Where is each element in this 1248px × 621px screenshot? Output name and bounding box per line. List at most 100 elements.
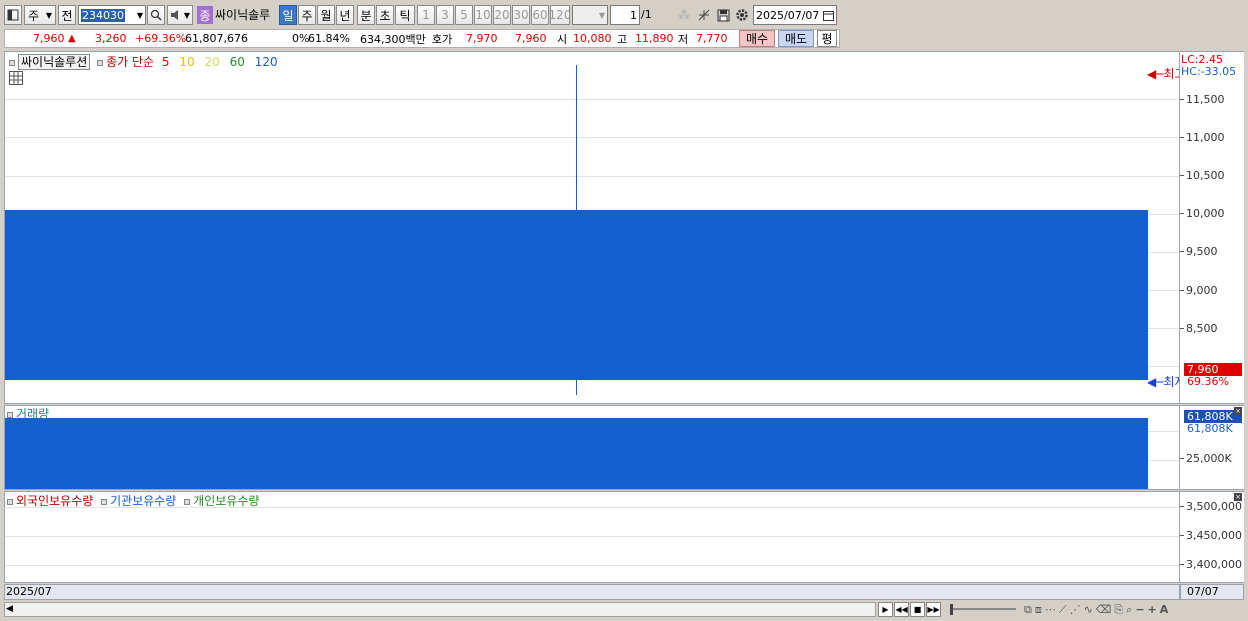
zoom-slider[interactable] <box>950 602 1020 617</box>
period-week-button[interactable]: 주 <box>298 5 316 25</box>
price-axis[interactable]: LC:2.45 HC:-33.05 11,500 11,000 10,500 1… <box>1180 51 1244 404</box>
speaker-icon[interactable]: ▼ <box>167 5 193 25</box>
date-input[interactable]: 2025/07/07 <box>753 5 837 25</box>
erase-icon[interactable]: ⌫ <box>1096 603 1112 616</box>
x-axis-end-label: 07/07 <box>1187 585 1219 598</box>
zoom-in-icon[interactable]: + <box>1148 603 1157 616</box>
minute-1-button[interactable]: 1 <box>417 5 435 25</box>
stock-code-input[interactable]: 234030 ▼ <box>78 5 146 25</box>
scroll-left-icon[interactable]: ◀ <box>6 603 13 616</box>
sell-button[interactable]: 매도 <box>778 30 814 47</box>
count-input[interactable]: 1 <box>610 5 640 25</box>
interval-select[interactable]: ▼ <box>572 5 608 25</box>
high-label: 고 <box>617 32 628 46</box>
price-tick: 9,500 <box>1180 245 1218 258</box>
grid-line <box>5 99 1179 100</box>
minute-5-button[interactable]: 5 <box>455 5 473 25</box>
grid-line <box>5 176 1179 177</box>
individual-holding-label[interactable]: 개인보유수량 <box>193 494 259 508</box>
minute-30-button[interactable]: 30 <box>512 5 530 25</box>
legend-marker <box>101 498 108 505</box>
market-select[interactable]: 주 ▼ <box>24 5 56 25</box>
crosshair-icon[interactable] <box>695 5 713 25</box>
period-label: 주 <box>301 8 313 23</box>
calendar-icon[interactable] <box>823 10 834 21</box>
trendline-icon[interactable]: ⟋ <box>1059 603 1067 617</box>
arrow-left-icon: ◀─ <box>1147 67 1164 81</box>
legend-marker <box>97 59 104 66</box>
overlay-icon[interactable]: ⧉ <box>1024 603 1032 617</box>
chevron-down-icon: ▼ <box>45 10 52 20</box>
stop-icon[interactable]: ■ <box>910 602 925 617</box>
copy-icon[interactable]: ⎘ <box>1114 603 1123 617</box>
minute-3-button[interactable]: 3 <box>436 5 454 25</box>
volume-chart-pane[interactable]: 거래량 <box>4 405 1180 490</box>
minute-label: 3 <box>441 8 449 22</box>
volume-tick: 25,000K <box>1180 452 1232 465</box>
horizontal-scrollbar[interactable]: ◀ <box>4 602 876 617</box>
volume-bar[interactable] <box>5 418 1148 489</box>
hoga-bid: 7,960 <box>515 32 547 45</box>
table-icon[interactable] <box>9 71 23 85</box>
wave-icon[interactable]: ∿ <box>1084 603 1093 616</box>
rewind-icon[interactable]: ◀◀ <box>894 602 909 617</box>
forward-icon[interactable]: ▶▶ <box>926 602 941 617</box>
grid-icon[interactable]: ⋯ <box>1045 603 1056 616</box>
period-second-button[interactable]: 초 <box>376 5 394 25</box>
chevron-down-icon: ▼ <box>183 10 190 20</box>
save-icon[interactable] <box>714 5 732 25</box>
search-icon[interactable] <box>147 5 165 25</box>
fibonacci-icon[interactable]: ⋰ <box>1070 603 1081 616</box>
prev-button-label: 전 <box>61 8 73 23</box>
pane-close-icon[interactable]: × <box>1234 407 1242 415</box>
font-size-icon[interactable]: A <box>1160 603 1169 616</box>
open-label: 시 <box>557 32 568 46</box>
period-label: 분 <box>360 8 372 23</box>
period-label: 틱 <box>399 8 411 23</box>
prev-button[interactable]: 전 <box>58 5 76 25</box>
zoom-search-icon[interactable]: ⌕ <box>1126 603 1132 617</box>
save-icon-glyph <box>717 9 729 21</box>
price-legend: 싸이닉솔루션 종가 단순 5 10 20 60 120 <box>9 53 278 70</box>
volume-title[interactable]: 거래량 <box>16 407 49 421</box>
ma-20-label: 20 <box>204 55 220 69</box>
grid-line <box>5 565 1179 566</box>
zoom-out-icon[interactable]: − <box>1135 603 1144 616</box>
buy-button[interactable]: 매수 <box>739 30 775 47</box>
pane-close-icon[interactable]: × <box>1234 493 1242 501</box>
avg-button[interactable]: 평 <box>817 30 837 47</box>
period-month-button[interactable]: 월 <box>317 5 335 25</box>
grid-line <box>5 137 1179 138</box>
chevron-down-icon[interactable]: ▼ <box>137 11 143 20</box>
zoom-slider-handle[interactable] <box>950 604 953 615</box>
period-minute-button[interactable]: 분 <box>357 5 375 25</box>
play-icon[interactable]: ▶ <box>878 602 893 617</box>
foreign-holding-label[interactable]: 외국인보유수량 <box>16 494 93 508</box>
stock-title[interactable]: 싸이닉솔루션 <box>18 54 91 70</box>
holding-axis[interactable]: 3,500,000 3,450,000 3,400,000 × <box>1180 491 1244 583</box>
holding-chart-pane[interactable]: 외국인보유수량 기관보유수량 개인보유수량 <box>4 491 1180 583</box>
price-chart-pane[interactable]: 싸이닉솔루션 종가 단순 5 10 20 60 120 ◀─최고 ◀─최저 <box>4 51 1180 404</box>
candle-body[interactable] <box>5 210 1148 380</box>
minute-20-button[interactable]: 20 <box>493 5 511 25</box>
up-arrow-icon: ▲ <box>68 33 76 44</box>
period-day-button[interactable]: 일 <box>279 5 297 25</box>
institution-holding-label[interactable]: 기관보유수량 <box>110 494 176 508</box>
gear-icon[interactable] <box>733 5 751 25</box>
chart-type-icon-glyph <box>7 9 19 21</box>
ma-120-label: 120 <box>254 55 278 69</box>
high-price: 11,890 <box>635 32 674 45</box>
minute-10-button[interactable]: 10 <box>474 5 492 25</box>
period-label: 초 <box>379 8 391 23</box>
date-value: 2025/07/07 <box>756 8 820 22</box>
split-icon[interactable]: ⧈ <box>1035 603 1042 617</box>
minute-120-button[interactable]: 120 <box>550 5 570 25</box>
link-icon[interactable]: ⁂ <box>675 5 693 25</box>
volume-axis[interactable]: 61,808K 61,808K 25,000K × <box>1180 405 1244 490</box>
minute-60-button[interactable]: 60 <box>531 5 549 25</box>
legend-marker <box>9 59 15 66</box>
period-year-button[interactable]: 년 <box>336 5 354 25</box>
period-tick-button[interactable]: 틱 <box>395 5 415 25</box>
chart-type-icon[interactable] <box>4 5 22 25</box>
ma-label[interactable]: 종가 단순 <box>106 55 154 69</box>
